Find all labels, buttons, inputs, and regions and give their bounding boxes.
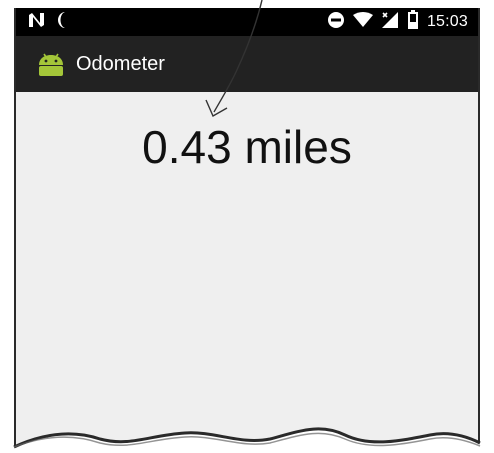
status-time: 15:03 [426, 13, 468, 30]
app-title: Odometer [76, 52, 165, 75]
phone-screen: 15:03 Odometer 0.43 miles [14, 8, 480, 453]
wifi-icon [352, 11, 373, 33]
moon-icon [56, 11, 68, 34]
distance-text: 0.43 miles [142, 121, 352, 173]
torn-paper-edge [0, 427, 494, 453]
status-left-icons [28, 11, 68, 33]
app-bar: Odometer [16, 36, 478, 92]
status-right-icons: 15:03 [327, 9, 468, 35]
signal-icon [381, 11, 399, 34]
do-not-disturb-icon [327, 11, 345, 34]
main-content: 0.43 miles [16, 92, 478, 453]
battery-icon [407, 9, 419, 35]
n-notification-icon [28, 12, 46, 33]
screenshot-stage: 15:03 Odometer 0.43 miles [0, 0, 494, 453]
android-icon [34, 47, 68, 81]
status-bar: 15:03 [16, 8, 478, 36]
